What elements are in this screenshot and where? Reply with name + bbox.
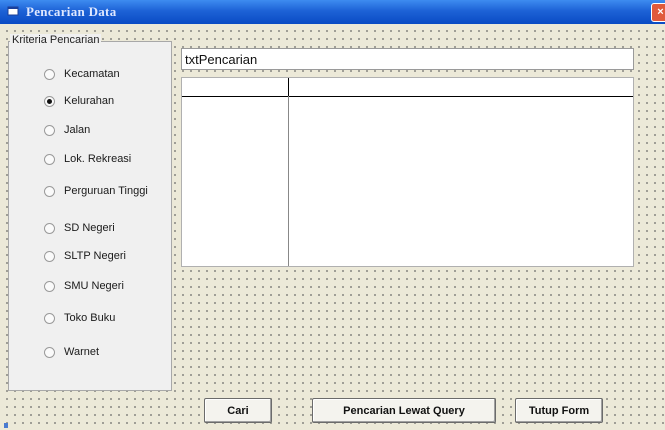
criteria-frame-caption: Kriteria Pencarian [10, 34, 102, 46]
radio-label: SMU Negeri [64, 280, 124, 292]
results-grid[interactable] [181, 77, 634, 267]
radio-button-icon[interactable] [44, 250, 55, 262]
radio-button-checked-icon[interactable] [44, 95, 55, 107]
radio-jalan[interactable]: Jalan [44, 122, 90, 138]
query-search-button[interactable]: Pencarian Lewat Query [312, 398, 496, 423]
radio-button-icon[interactable] [44, 280, 55, 292]
radio-smu-negeri[interactable]: SMU Negeri [44, 278, 124, 294]
search-input[interactable]: txtPencarian [181, 48, 634, 70]
grid-header-divider [288, 78, 289, 96]
close-button[interactable]: × [651, 3, 665, 22]
radio-perguruan-tinggi[interactable]: Perguruan Tinggi [44, 183, 148, 199]
form-edge-marker [4, 423, 8, 428]
radio-label: Lok. Rekreasi [64, 153, 132, 165]
radio-label: Kelurahan [64, 95, 115, 107]
radio-button-icon[interactable] [44, 68, 55, 80]
close-form-button[interactable]: Tutup Form [515, 398, 603, 423]
radio-kecamatan[interactable]: Kecamatan [44, 66, 120, 82]
radio-lok-rekreasi[interactable]: Lok. Rekreasi [44, 151, 131, 167]
radio-label: Jalan [64, 124, 91, 136]
radio-button-icon[interactable] [44, 346, 55, 358]
radio-label: Toko Buku [64, 312, 116, 324]
form-window: Pencarian Data × Kriteria Pencarian Keca… [0, 0, 665, 430]
radio-toko-buku[interactable]: Toko Buku [44, 310, 115, 326]
title-bar[interactable]: Pencarian Data × [0, 0, 665, 24]
radio-button-icon[interactable] [44, 312, 55, 324]
radio-kelurahan[interactable]: Kelurahan [44, 93, 114, 109]
radio-button-icon[interactable] [44, 124, 55, 136]
radio-sd-negeri[interactable]: SD Negeri [44, 220, 115, 236]
form-icon [7, 5, 19, 17]
close-icon: × [657, 6, 664, 18]
cari-button[interactable]: Cari [204, 398, 272, 423]
grid-header-row [182, 78, 633, 97]
grid-column-divider [288, 78, 289, 266]
radio-button-icon[interactable] [44, 153, 55, 165]
radio-button-icon[interactable] [44, 222, 55, 234]
radio-sltp-negeri[interactable]: SLTP Negeri [44, 248, 126, 264]
window-title: Pencarian Data [26, 4, 117, 19]
radio-button-icon[interactable] [44, 185, 55, 197]
radio-label: SD Negeri [64, 222, 115, 234]
radio-warnet[interactable]: Warnet [44, 344, 99, 360]
radio-label: SLTP Negeri [64, 250, 126, 262]
radio-label: Perguruan Tinggi [64, 185, 148, 197]
radio-label: Kecamatan [64, 68, 120, 80]
radio-label: Warnet [64, 346, 100, 358]
